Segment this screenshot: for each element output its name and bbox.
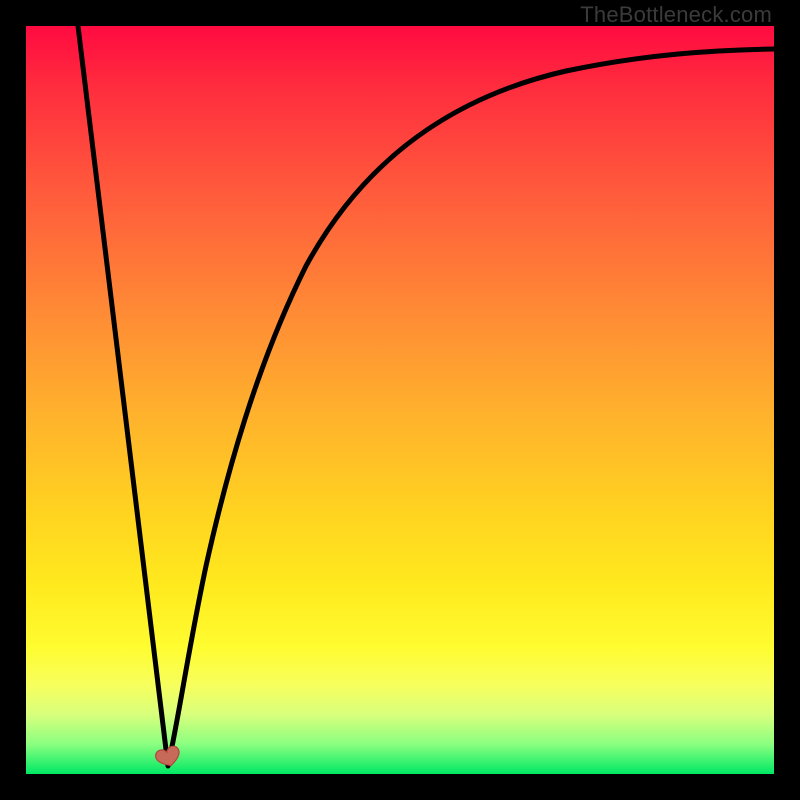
curve-path (78, 26, 774, 766)
watermark-text: TheBottleneck.com (580, 2, 772, 28)
chart-frame (26, 26, 774, 774)
bottleneck-curve (26, 26, 774, 774)
